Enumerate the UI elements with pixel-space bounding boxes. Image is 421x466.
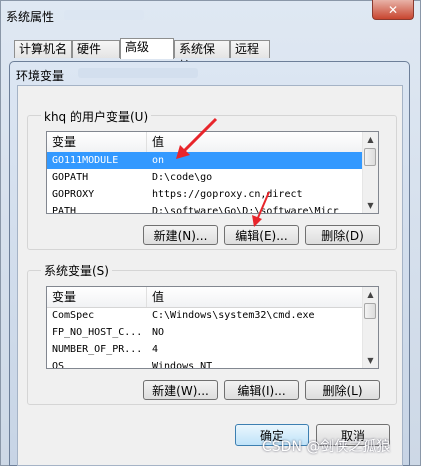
tab-remote[interactable]: 远程 (230, 40, 270, 58)
tab-computer-name[interactable]: 计算机名 (14, 40, 72, 58)
var-value: 4 (152, 344, 159, 355)
var-name: OS (52, 361, 65, 369)
table-row[interactable]: NUMBER_OF_PR... 4 (47, 341, 365, 358)
var-name: GO111MODULE (52, 155, 119, 166)
user-vars-label: khq 的用户变量(U) (41, 108, 152, 125)
scroll-down-icon[interactable]: ▼ (363, 198, 378, 213)
table-row[interactable]: ComSpec C:\Windows\system32\cmd.exe (47, 307, 365, 324)
outer-close-button[interactable]: ✕ (372, 0, 414, 20)
outer-window-title: 系统属性 (6, 10, 55, 24)
close-icon: ✕ (387, 2, 399, 17)
var-value: C:\Windows\system32\cmd.exe (152, 310, 315, 321)
table-row[interactable]: OS Windows_NT (47, 358, 365, 369)
column-header-variable[interactable]: 变量 (47, 287, 147, 307)
watermark: CSDN @剑侠之孤狼 (262, 439, 391, 455)
scroll-thumb[interactable] (364, 303, 376, 319)
column-header-variable[interactable]: 变量 (47, 132, 147, 152)
annotation-arrow-icon (252, 191, 270, 227)
system-vars-list[interactable]: 变量 值 ComSpec C:\Windows\system32\cmd.exe… (46, 286, 379, 369)
table-row[interactable]: FP_NO_HOST_C... NO (47, 324, 365, 341)
var-name: ComSpec (52, 310, 95, 321)
system-vars-scrollbar[interactable]: ▲ ▼ (362, 287, 378, 368)
var-name: GOPROXY (52, 189, 95, 200)
system-vars-header: 变量 值 (47, 287, 378, 308)
dialog-title: 环境变量 (16, 69, 65, 83)
var-name: FP_NO_HOST_C... (52, 327, 143, 338)
scroll-up-icon[interactable]: ▲ (363, 287, 378, 302)
user-delete-button[interactable]: 删除(D) (305, 225, 380, 245)
scroll-down-icon[interactable]: ▼ (363, 353, 378, 368)
annotation-arrow-icon (176, 117, 218, 159)
system-edit-button[interactable]: 编辑(I)... (224, 380, 299, 400)
tab-advanced[interactable]: 高级 (120, 38, 174, 59)
tab-hardware[interactable]: 硬件 (72, 40, 120, 58)
tab-system-protection[interactable]: 系统保护 (174, 40, 230, 73)
var-name: NUMBER_OF_PR... (52, 344, 143, 355)
var-value: NO (152, 327, 165, 338)
blurred-title-area (64, 10, 144, 20)
outer-tab-strip: 计算机名 硬件 高级 系统保护 远程 (14, 38, 414, 73)
scroll-thumb[interactable] (364, 148, 376, 166)
table-row[interactable]: PATH D:\software\Go\D:\software\Micr (47, 203, 365, 214)
scroll-up-icon[interactable]: ▲ (363, 132, 378, 147)
system-new-button[interactable]: 新建(W)... (143, 380, 218, 400)
var-value: Windows_NT (152, 361, 213, 369)
table-row[interactable]: GOPATH D:\code\go (47, 169, 365, 186)
var-name: GOPATH (52, 172, 89, 183)
system-vars-label: 系统变量(S) (41, 262, 112, 279)
var-name: PATH (52, 206, 77, 214)
user-new-button[interactable]: 新建(N)... (143, 225, 218, 245)
user-vars-scrollbar[interactable]: ▲ ▼ (362, 132, 378, 213)
var-value: D:\code\go (152, 172, 213, 183)
column-header-value[interactable]: 值 (147, 287, 365, 307)
table-row[interactable]: GOPROXY https://goproxy.cn,direct (47, 186, 365, 203)
system-delete-button[interactable]: 删除(L) (305, 380, 380, 400)
blurred-dialog-title-area (78, 68, 198, 78)
